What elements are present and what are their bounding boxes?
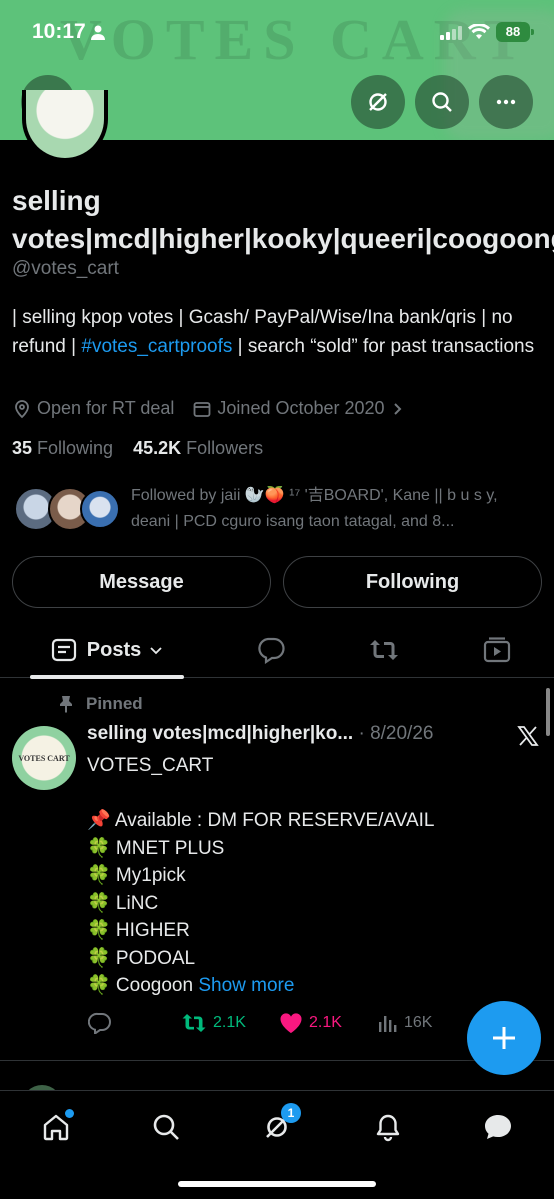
post-line: 🍀 HIGHER <box>87 920 190 941</box>
following-button[interactable]: Following <box>283 556 542 608</box>
profile-avatar[interactable] <box>22 90 108 162</box>
location-text: Open for RT deal <box>37 398 175 418</box>
nav-grok[interactable]: 1 <box>257 1103 301 1147</box>
post-line: 🍀 My1pick <box>87 865 186 886</box>
post-line: VOTES_CART <box>87 755 214 776</box>
x-logo-icon <box>517 726 539 746</box>
search-icon <box>153 1114 179 1140</box>
post-line: 🍀 MNET PLUS <box>87 837 225 859</box>
compose-post-button[interactable] <box>467 1001 541 1075</box>
profile-tabs: Posts <box>0 622 554 679</box>
like-button[interactable]: 2.1K <box>279 1010 342 1036</box>
tab-media-icon[interactable] <box>482 636 512 664</box>
post-separator: · <box>353 723 371 744</box>
status-bar: 10:17 88 <box>0 0 554 60</box>
posts-icon <box>51 638 76 662</box>
nav-notifications[interactable] <box>368 1107 408 1147</box>
reply-icon <box>88 1012 111 1034</box>
battery-tip <box>531 29 534 35</box>
location-pin-icon <box>15 399 29 418</box>
post-avatar-text: VOTES CART <box>18 753 70 763</box>
signal-icon <box>440 26 462 40</box>
tab-posts[interactable]: Posts <box>30 622 184 679</box>
followers-count: 45.2K <box>133 438 182 458</box>
tab-posts-label: Posts <box>86 638 142 661</box>
post-line: 🍀 Coogoon <box>87 975 199 996</box>
search-button[interactable] <box>415 75 469 129</box>
tab-replies-icon[interactable] <box>256 636 286 664</box>
active-tab-indicator <box>30 675 184 679</box>
person-icon <box>91 25 105 40</box>
followed-by-text[interactable]: Followed by jaii 🦭🍑 ¹⁷ '吉BOARD', Kane ||… <box>131 483 541 535</box>
post-line: 🍀 PODOAL <box>87 947 196 969</box>
like-count: 2.1K <box>309 1014 342 1031</box>
profile-meta: Open for RT deal Joined October 2020 <box>12 398 410 419</box>
nav-home[interactable] <box>36 1107 76 1147</box>
notification-badge: 1 <box>281 1103 301 1123</box>
pinned-label: Pinned <box>86 694 143 713</box>
battery-indicator: 88 <box>496 22 530 42</box>
calendar-icon <box>194 401 211 417</box>
bio-text-end: | search “sold” for past transactions <box>232 336 535 357</box>
followers-link[interactable]: 45.2K Followers <box>133 438 263 458</box>
followers-you-know-avatars[interactable] <box>14 487 124 533</box>
post-author-avatar[interactable]: VOTES CART <box>12 726 76 790</box>
scrollbar[interactable] <box>546 688 550 736</box>
repost-count: 2.1K <box>213 1014 246 1031</box>
pin-icon <box>60 696 72 713</box>
chat-bubble-icon <box>485 1115 511 1139</box>
new-posts-dot <box>65 1109 74 1118</box>
post-date[interactable]: 8/20/26 <box>370 723 433 744</box>
pinned-indicator: Pinned <box>58 694 143 714</box>
post-body[interactable]: VOTES_CART 📌 Available : DM FOR RESERVE/… <box>87 752 527 1000</box>
bio-hashtag-link[interactable]: #votes_cartproofs <box>81 336 232 357</box>
nav-messages[interactable] <box>478 1107 518 1147</box>
views-button[interactable]: 16K <box>376 1010 432 1036</box>
grok-slash-icon <box>369 93 387 111</box>
wifi-icon <box>468 24 490 39</box>
views-count: 16K <box>404 1014 433 1031</box>
followers-label: Followers <box>181 438 264 458</box>
post-author-name[interactable]: selling votes|mcd|higher|ko... <box>87 723 353 744</box>
following-count: 35 <box>12 438 33 458</box>
profile-handle: @votes_cart <box>12 258 119 279</box>
post-line: 📌 Available : DM FOR RESERVE/AVAIL <box>87 810 435 831</box>
post-line-last: 🍀 Coogoon Show more <box>87 972 527 1000</box>
post-header: selling votes|mcd|higher|ko... · 8/20/26 <box>87 723 497 745</box>
message-button[interactable]: Message <box>12 556 271 608</box>
post-line <box>87 780 527 808</box>
heart-icon <box>280 1013 302 1033</box>
avatar <box>80 489 120 529</box>
plus-icon <box>493 1027 515 1049</box>
profile-name: selling votes|mcd|higher|kooky|queeri|co… <box>12 185 554 254</box>
reply-button[interactable] <box>88 1010 118 1036</box>
home-indicator <box>178 1181 376 1187</box>
show-more-link[interactable]: Show more <box>198 975 294 996</box>
post-line: 🍀 LiNC <box>87 892 159 914</box>
translate-button[interactable] <box>351 75 405 129</box>
chevron-right-icon[interactable] <box>391 402 405 416</box>
status-time: 10:17 <box>32 20 86 43</box>
repost-button[interactable]: 2.1K <box>181 1010 246 1036</box>
repost-icon <box>182 1014 206 1032</box>
nav-search[interactable] <box>146 1107 186 1147</box>
more-options-button[interactable] <box>479 75 533 129</box>
search-icon <box>432 92 452 112</box>
tab-reposts-icon[interactable] <box>368 636 400 664</box>
views-bar-chart-icon <box>379 1016 397 1032</box>
more-dots-icon <box>496 99 516 105</box>
bell-icon <box>376 1114 400 1142</box>
joined-text: Joined October 2020 <box>217 398 385 418</box>
follow-counts: 35 Following 45.2K Followers <box>12 438 263 459</box>
profile-bio: | selling kpop votes | Gcash/ PayPal/Wis… <box>12 303 547 361</box>
following-link[interactable]: 35 Following <box>12 438 113 458</box>
chevron-down-icon <box>150 647 162 655</box>
following-label: Following <box>32 438 114 458</box>
